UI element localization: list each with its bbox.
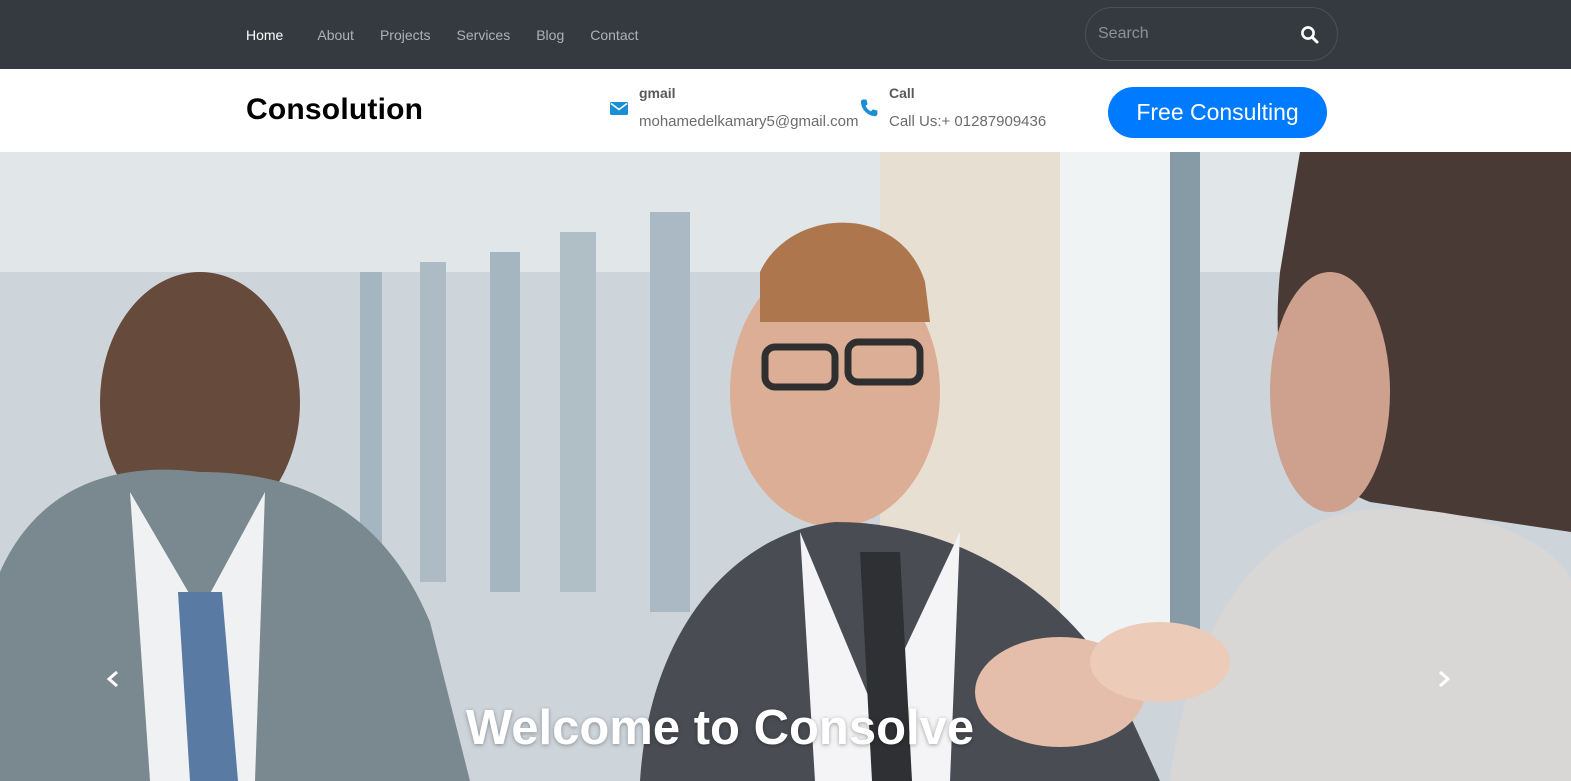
chevron-right-icon[interactable] (1432, 664, 1456, 694)
hero-title: Welcome to Consolve (465, 701, 975, 755)
search-icon[interactable] (1300, 25, 1320, 45)
search-box (1085, 7, 1338, 61)
hero-carousel: Welcome to Consolve (0, 152, 1571, 781)
nav-item-projects[interactable]: Projects (380, 27, 431, 43)
free-consulting-button[interactable]: Free Consulting (1108, 87, 1327, 138)
main-nav: Home About Projects Services Blog Contac… (246, 0, 665, 69)
phone-title: Call (889, 85, 915, 101)
email-address[interactable]: mohamedelkamary5@gmail.com (639, 113, 858, 130)
nav-item-home[interactable]: Home (246, 27, 283, 43)
email-title: gmail (639, 85, 676, 101)
chevron-left-icon[interactable] (101, 664, 125, 694)
nav-item-about[interactable]: About (317, 27, 354, 43)
site-header: Consolution gmail mohamedelkamary5@gmail… (0, 69, 1571, 152)
phone-icon (858, 97, 880, 119)
top-navbar: Home About Projects Services Blog Contac… (0, 0, 1571, 69)
phone-number[interactable]: Call Us:+ 01287909436 (889, 113, 1046, 130)
envelope-icon (608, 97, 630, 119)
brand-logo[interactable]: Consolution (246, 93, 423, 127)
nav-item-services[interactable]: Services (457, 27, 511, 43)
search-input[interactable] (1098, 22, 1288, 46)
hero-photo (0, 152, 1571, 781)
nav-item-contact[interactable]: Contact (590, 27, 638, 43)
nav-item-blog[interactable]: Blog (536, 27, 564, 43)
